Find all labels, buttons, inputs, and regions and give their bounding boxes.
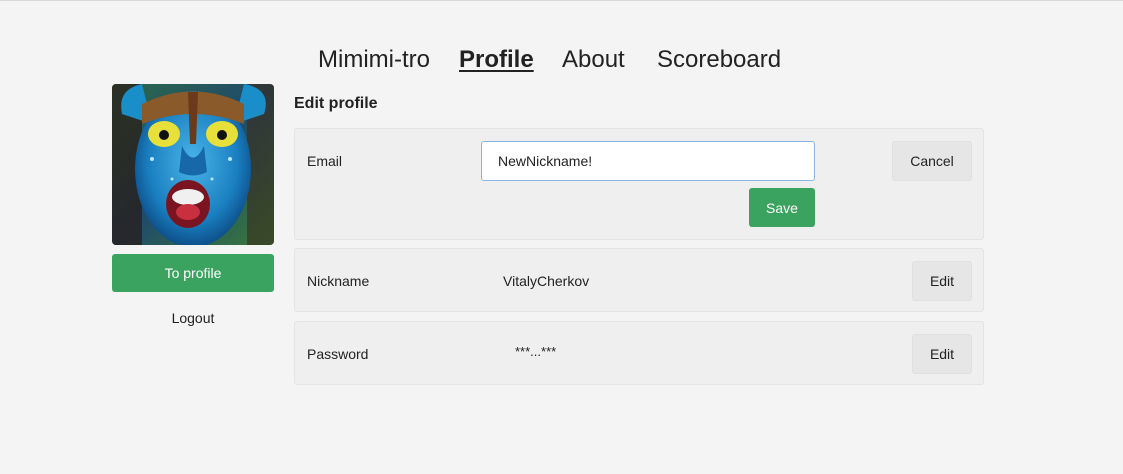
email-label: Email — [307, 153, 343, 169]
to-profile-button[interactable]: To profile — [112, 254, 274, 292]
avatar — [112, 84, 274, 245]
password-value: ***...*** — [515, 344, 557, 359]
password-label: Password — [307, 346, 369, 362]
nav-link-scoreboard[interactable]: Scoreboard — [657, 44, 781, 76]
email-row: Email Cancel Save — [294, 128, 984, 240]
edit-nickname-button[interactable]: Edit — [912, 261, 972, 301]
cancel-button[interactable]: Cancel — [892, 141, 972, 181]
nickname-value: VitalyCherkov — [503, 273, 590, 289]
nav-link-profile[interactable]: Profile — [459, 44, 534, 76]
nav-link-home[interactable]: Mimimi-tro — [318, 44, 430, 76]
top-divider — [0, 0, 1123, 1]
edit-password-button[interactable]: Edit — [912, 334, 972, 374]
nav-link-about[interactable]: About — [562, 44, 625, 76]
main-nav: Mimimi-tro Profile About Scoreboard — [0, 44, 1123, 78]
page-title: Edit profile — [294, 95, 378, 112]
password-row: Password ***...*** Edit — [294, 321, 984, 385]
nickname-row: Nickname VitalyCherkov Edit — [294, 248, 984, 312]
email-field[interactable] — [481, 141, 815, 181]
logout-link[interactable]: Logout — [112, 310, 274, 330]
nickname-label: Nickname — [307, 273, 370, 289]
save-button[interactable]: Save — [749, 188, 815, 227]
